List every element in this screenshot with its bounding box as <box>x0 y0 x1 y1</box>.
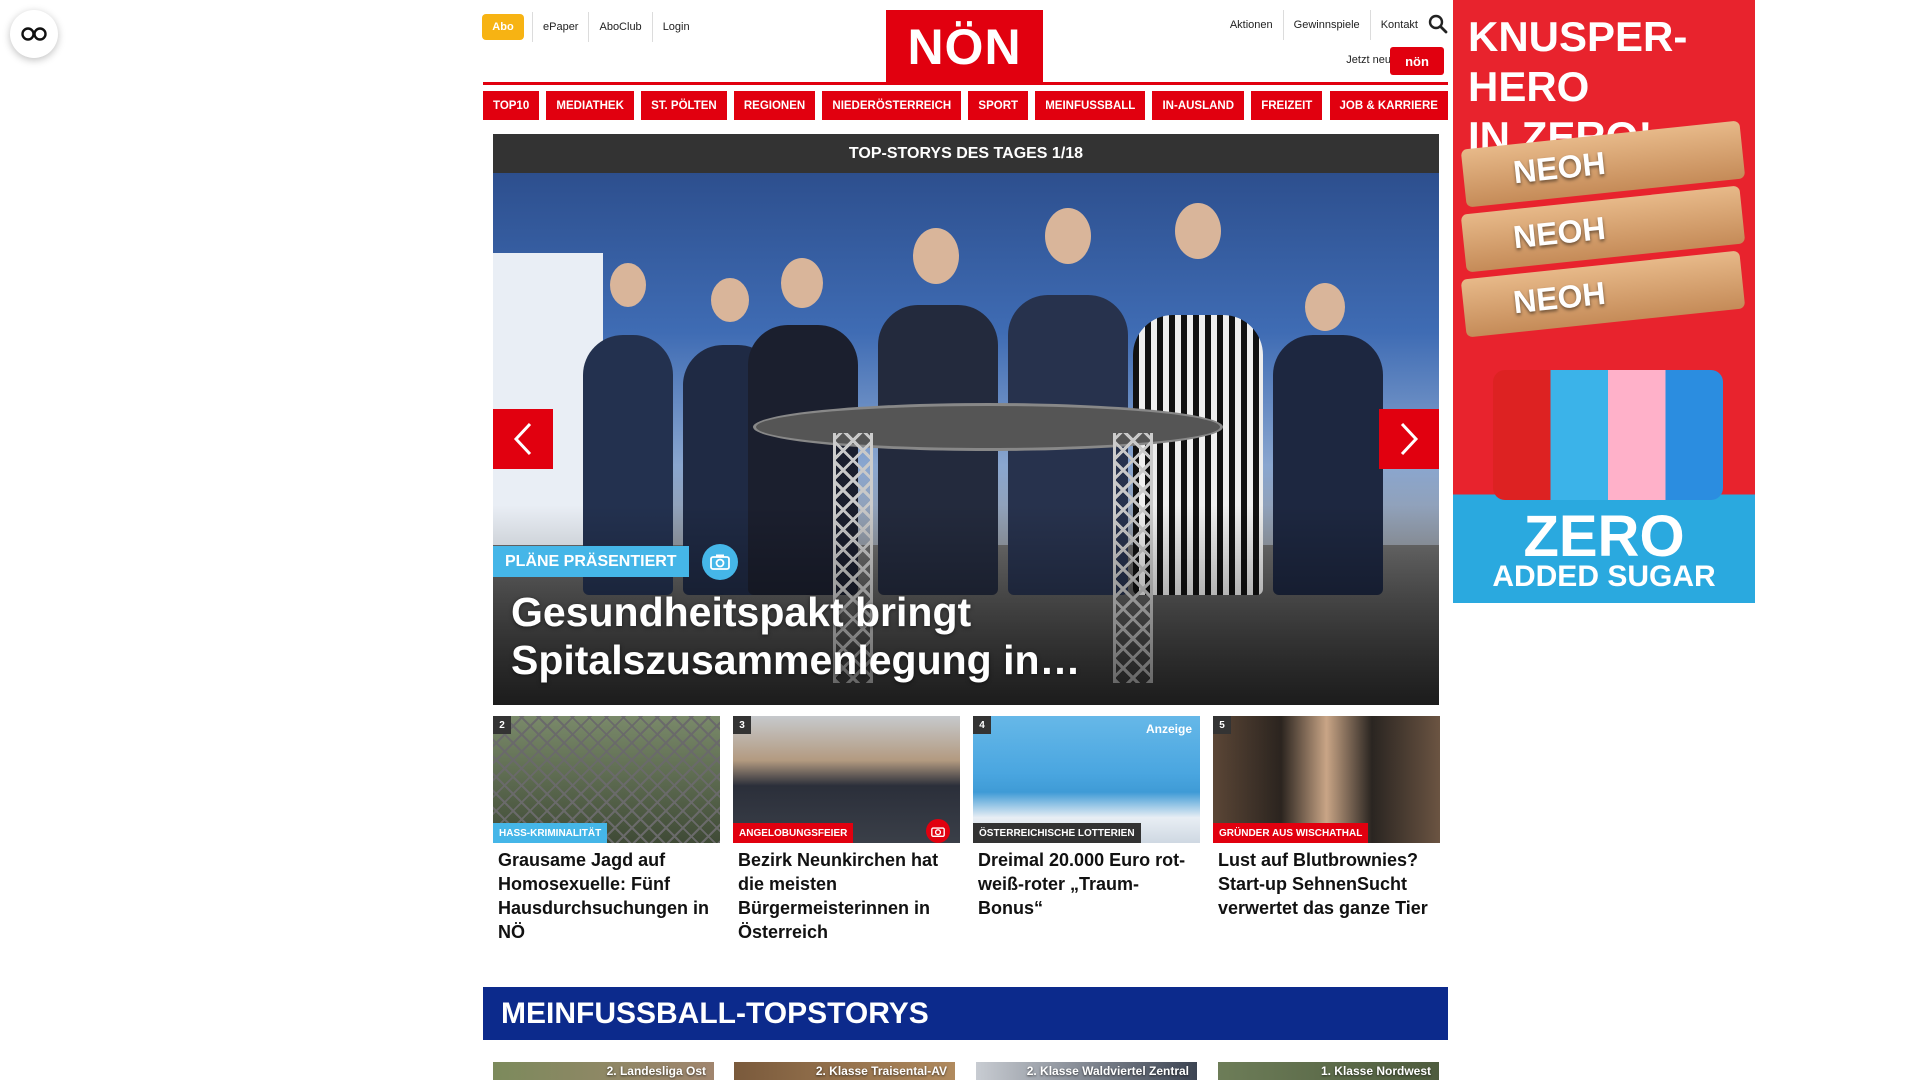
meinfussball-card[interactable]: 2. Klasse Waldviertel Zentral <box>976 1062 1197 1080</box>
camera-icon <box>710 554 730 570</box>
login-link[interactable]: Login <box>651 12 700 42</box>
story-category[interactable]: ÖSTERREICHISCHE LOTTERIEN <box>973 823 1141 843</box>
top-links-left: ePaper AboClub Login <box>532 12 700 42</box>
story-card[interactable]: 5 GRÜNDER AUS WISCHATHAL Lust auf Blutbr… <box>1213 716 1440 920</box>
hero-person-head <box>610 263 646 307</box>
nav-item-in-ausland[interactable]: IN-AUSLAND <box>1152 91 1245 120</box>
ad-added-sugar-text: ADDED SUGAR <box>1492 560 1716 593</box>
story-title[interactable]: Dreimal 20.000 Euro rot-weiß-roter „Trau… <box>973 848 1200 920</box>
gewinnspiele-link[interactable]: Gewinnspiele <box>1282 10 1370 40</box>
nav-item-top10[interactable]: TOP10 <box>483 91 540 120</box>
story-title[interactable]: Bezirk Neunkirchen hat die meisten Bürge… <box>733 848 960 944</box>
league-label: 1. Klasse Nordwest <box>1320 1064 1431 1078</box>
main-nav: TOP10 MEDIATHEK ST. PÖLTEN REGIONEN NIED… <box>483 91 1448 120</box>
story-thumbnail[interactable]: 5 GRÜNDER AUS WISCHATHAL <box>1213 716 1440 843</box>
nav-item-st-poelten[interactable]: ST. PÖLTEN <box>641 91 727 120</box>
ad-zero-text: ZERO <box>1523 504 1685 569</box>
abo-button[interactable]: Abo <box>482 14 524 40</box>
aktionen-link[interactable]: Aktionen <box>1220 10 1283 40</box>
league-label: 2. Klasse Traisental-AV <box>815 1064 947 1078</box>
nav-item-freizeit[interactable]: FREIZEIT <box>1251 91 1323 120</box>
hero-person-head <box>1045 208 1091 264</box>
hero-person-head <box>781 258 823 308</box>
story-thumbnail[interactable]: 3 ANGELOBUNGSFEIER <box>733 716 960 843</box>
kontakt-link[interactable]: Kontakt <box>1369 10 1428 40</box>
gallery-icon-button[interactable] <box>926 819 950 843</box>
chevron-right-icon <box>1400 422 1419 456</box>
hero-person-head <box>913 228 959 284</box>
meinfussball-cards: 2. Landesliga Ost 2. Klasse Traisental-A… <box>493 1062 1439 1080</box>
nav-item-mediathek[interactable]: MEDIATHEK <box>546 91 634 120</box>
story-category[interactable]: ANGELOBUNGSFEIER <box>733 823 854 843</box>
ad-product-packs <box>1493 370 1723 500</box>
search-icon[interactable] <box>1428 14 1448 34</box>
nav-item-niederoesterreich[interactable]: NIEDERÖSTERREICH <box>822 91 962 120</box>
story-title[interactable]: Grausame Jagd auf Homosexuelle: Fünf Hau… <box>493 848 720 944</box>
accessibility-toggle-button[interactable] <box>10 10 58 58</box>
story-thumbnail[interactable]: 2 HASS-KRIMINALITÄT <box>493 716 720 843</box>
aboclub-link[interactable]: AboClub <box>588 12 651 42</box>
meinfussball-section-header[interactable]: MEINFUSSBALL-TOPSTORYS <box>483 987 1448 1040</box>
top-links-right: Aktionen Gewinnspiele Kontakt <box>1220 10 1428 40</box>
hero-person-head <box>711 278 749 322</box>
nav-item-job-karriere[interactable]: JOB & KARRIERE <box>1329 91 1448 120</box>
hero-category-tag[interactable]: PLÄNE PRÄSENTIERT <box>493 546 689 577</box>
story-title[interactable]: Lust auf Blutbrownies? Start-up SehnenSu… <box>1213 848 1440 920</box>
nav-item-regionen[interactable]: REGIONEN <box>733 91 816 120</box>
hero-headline[interactable]: Gesundheitspakt bringt Spitalszusammenle… <box>511 588 1391 684</box>
hero-person-head <box>1305 283 1345 331</box>
meinfussball-card[interactable]: 2. Landesliga Ost <box>493 1062 714 1080</box>
story-card[interactable]: 4 Anzeige ÖSTERREICHISCHE LOTTERIEN Drei… <box>973 716 1200 920</box>
story-cards: 2 HASS-KRIMINALITÄT Grausame Jagd auf Ho… <box>493 716 1440 956</box>
kinder-noen-badge[interactable]: nön <box>1390 47 1444 75</box>
story-card[interactable]: 2 HASS-KRIMINALITÄT Grausame Jagd auf Ho… <box>493 716 720 944</box>
ad-label: Anzeige <box>1145 722 1192 736</box>
epaper-link[interactable]: ePaper <box>532 12 588 42</box>
camera-icon <box>931 826 945 837</box>
story-rank: 4 <box>973 716 991 734</box>
advertisement-banner[interactable]: KNUSPER-HERO IN ZERO! NEOH NEOH NEOH ZER… <box>1453 0 1755 603</box>
story-category[interactable]: HASS-KRIMINALITÄT <box>493 823 608 843</box>
carousel-next-button[interactable] <box>1379 409 1439 469</box>
league-label: 2. Klasse Waldviertel Zentral <box>1026 1064 1189 1078</box>
nav-item-sport[interactable]: SPORT <box>968 91 1029 120</box>
nav-item-meinfussball[interactable]: MEINFUSSBALL <box>1035 91 1146 120</box>
top-stories-header: TOP-STORYS DES TAGES 1/18 <box>493 134 1439 173</box>
jetzt-neu-label: Jetzt neu: <box>1346 54 1394 66</box>
ad-brand: NEOH <box>1511 144 1608 191</box>
meinfussball-card[interactable]: 2. Klasse Traisental-AV <box>734 1062 955 1080</box>
carousel-prev-button[interactable] <box>493 409 553 469</box>
ad-brand: NEOH <box>1511 209 1608 256</box>
ad-brand: NEOH <box>1511 274 1608 321</box>
header-divider <box>483 82 1448 85</box>
story-card[interactable]: 3 ANGELOBUNGSFEIER Bezirk Neunkirchen ha… <box>733 716 960 944</box>
league-label: 2. Landesliga Ost <box>606 1064 706 1078</box>
story-rank: 5 <box>1213 716 1231 734</box>
chevron-left-icon <box>513 422 532 456</box>
story-rank: 3 <box>733 716 751 734</box>
story-thumbnail[interactable]: 4 Anzeige ÖSTERREICHISCHE LOTTERIEN <box>973 716 1200 843</box>
ad-headline-line-1: KNUSPER-HERO <box>1468 13 1688 110</box>
gallery-button[interactable] <box>702 544 738 580</box>
site-header: Abo ePaper AboClub Login NÖN Aktionen Ge… <box>481 0 1448 84</box>
story-category[interactable]: GRÜNDER AUS WISCHATHAL <box>1213 823 1369 843</box>
glasses-icon <box>21 27 47 41</box>
story-rank: 2 <box>493 716 511 734</box>
site-logo[interactable]: NÖN <box>886 10 1043 84</box>
meinfussball-card[interactable]: 1. Klasse Nordwest <box>1218 1062 1439 1080</box>
hero-person-head <box>1175 203 1221 259</box>
